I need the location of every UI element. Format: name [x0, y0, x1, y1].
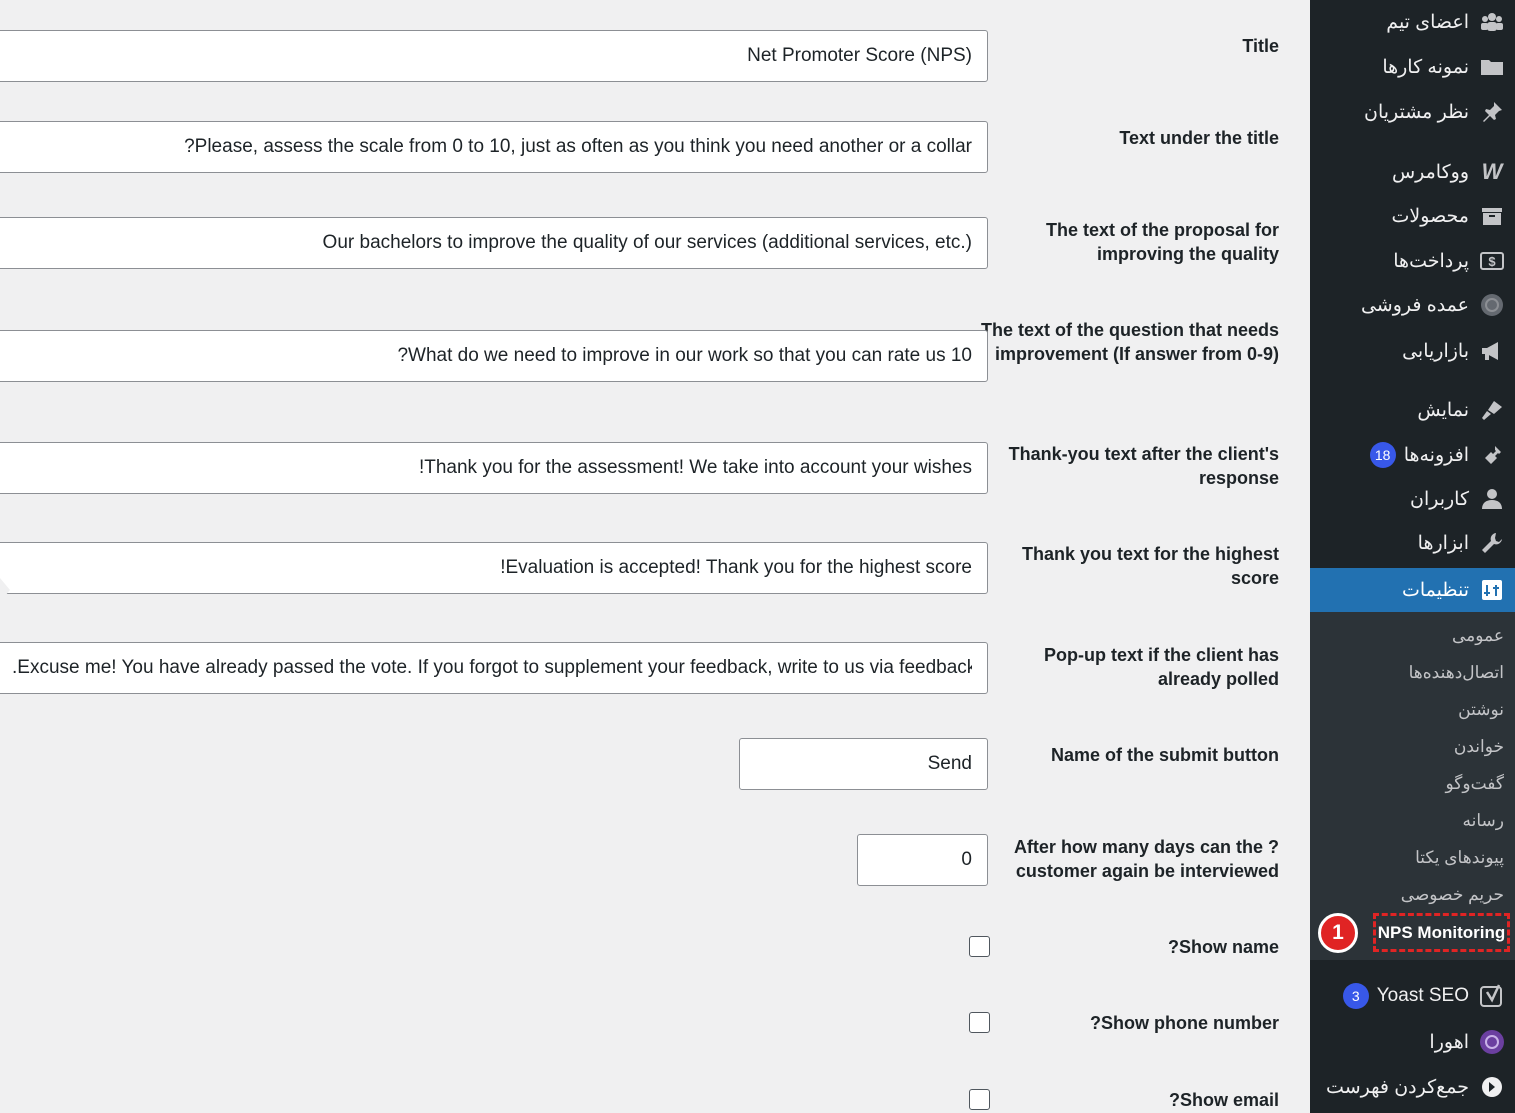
svg-text:$: $ [1488, 254, 1496, 269]
interview-days-input[interactable] [857, 834, 988, 886]
sidebar-item-portfolio[interactable]: نمونه کارها [1310, 45, 1515, 89]
submenu-item-discussion[interactable]: گفت‌وگو [1446, 774, 1504, 794]
megaphone-icon [1479, 338, 1505, 364]
show-email-checkbox[interactable] [969, 1089, 990, 1110]
sidebar-item-marketing[interactable]: بازاریابی [1310, 329, 1515, 373]
settings-icon [1479, 577, 1505, 603]
sidebar-item-label: پرداخت‌ها [1393, 250, 1469, 272]
sidebar-item-label: محصولات [1391, 205, 1469, 227]
submenu-item-nps-monitoring[interactable]: NPS Monitoring [1373, 913, 1510, 952]
submenu-item-general[interactable]: عمومی [1452, 626, 1504, 646]
plugins-update-badge: 18 [1369, 442, 1396, 468]
collapse-icon [1479, 1074, 1505, 1100]
sidebar-item-label: نمونه کارها [1382, 56, 1469, 78]
brush-icon [1479, 397, 1505, 423]
improvement-question-input[interactable] [0, 330, 988, 382]
yoast-badge: 3 [1342, 983, 1369, 1009]
submit-button-name-input[interactable] [739, 738, 988, 790]
sidebar-item-label: بازاریابی [1402, 340, 1469, 362]
sidebar-item-tools[interactable]: ابزارها [1310, 521, 1515, 565]
submenu-item-permalinks[interactable]: پیوندهای یکتا [1415, 848, 1504, 868]
plugin-icon [1479, 442, 1505, 468]
sidebar-item-label: ابزارها [1417, 532, 1469, 554]
money-icon: $ [1479, 248, 1505, 274]
submenu-item-reading[interactable]: خواندن [1454, 737, 1504, 757]
thank-you-input[interactable] [0, 442, 988, 494]
sidebar-item-settings[interactable]: تنظیمات [1310, 568, 1515, 612]
label-thank-you-highest: Thank you text for the highest score [1021, 544, 1279, 588]
sidebar-item-label: اهورا [1429, 1031, 1469, 1053]
sidebar-item-collapse-menu[interactable]: جمع‌کردن فهرست [1310, 1065, 1515, 1109]
sidebar-item-payments[interactable]: $ پرداخت‌ها [1310, 239, 1515, 283]
sidebar-item-appearance[interactable]: نمایش [1310, 388, 1515, 432]
active-menu-arrow [0, 578, 10, 602]
sidebar-item-label: اعضای تیم [1386, 11, 1469, 33]
label-show-name: ?Show name [1167, 937, 1279, 957]
thank-you-highest-input[interactable] [0, 542, 988, 594]
wholesale-icon [1479, 292, 1505, 318]
label-already-polled: Pop-up text if the client has already po… [1043, 645, 1279, 689]
sidebar-item-label: ووکامرس [1391, 161, 1469, 183]
sidebar-item-label: نظر مشتریان [1363, 101, 1469, 123]
archive-icon [1479, 203, 1505, 229]
woocommerce-icon: W [1481, 159, 1503, 184]
submenu-item-connectors[interactable]: اتصال‌دهنده‌ها [1409, 663, 1504, 683]
title-input[interactable] [0, 30, 988, 82]
yoast-icon [1479, 983, 1505, 1009]
label-title: Title [1242, 36, 1279, 56]
sidebar-item-ahora[interactable]: اهورا [1310, 1020, 1515, 1064]
sidebar-item-label: عمده فروشی [1360, 294, 1469, 316]
submenu-item-writing[interactable]: نوشتن [1458, 700, 1504, 720]
sidebar-item-label: Yoast SEO [1376, 985, 1469, 1006]
ahora-icon [1479, 1029, 1505, 1055]
label-show-email: ?Show email [1168, 1090, 1279, 1110]
subtitle-input[interactable] [0, 121, 988, 173]
wrench-icon [1479, 530, 1505, 556]
sidebar-item-team[interactable]: اعضای تیم [1310, 0, 1515, 44]
show-phone-checkbox[interactable] [969, 1012, 990, 1033]
folder-icon [1479, 54, 1505, 80]
sidebar-item-woocommerce[interactable]: W ووکامرس [1310, 150, 1515, 194]
proposal-input[interactable] [0, 217, 988, 269]
sidebar-item-users[interactable]: کاربران [1310, 477, 1515, 521]
sidebar-item-products[interactable]: محصولات [1310, 194, 1515, 238]
pin-icon [1479, 99, 1505, 125]
sidebar-item-label: تنظیمات [1401, 579, 1469, 601]
sidebar-item-testimonials[interactable]: نظر مشتریان [1310, 90, 1515, 134]
already-polled-input[interactable] [0, 642, 988, 694]
sidebar-item-label: جمع‌کردن فهرست [1326, 1076, 1469, 1098]
sidebar-item-plugins[interactable]: افزونه‌ها 18 [1310, 433, 1515, 477]
label-subtitle: Text under the title [1119, 128, 1279, 148]
label-interview-days: After how many days can the ?customer ag… [1013, 837, 1279, 881]
groups-icon [1479, 9, 1505, 35]
label-improvement-question: The text of the question that needs impr… [980, 320, 1279, 364]
submenu-item-privacy[interactable]: حریم خصوصی [1401, 885, 1504, 905]
sidebar-item-label: کاربران [1409, 488, 1469, 510]
sidebar-item-label: افزونه‌ها [1403, 444, 1469, 466]
show-name-checkbox[interactable] [969, 936, 990, 957]
sidebar-item-yoast[interactable]: Yoast SEO 3 [1310, 974, 1515, 1018]
label-submit-button-name: Name of the submit button [1051, 745, 1279, 765]
settings-form: Title Text under the title The text of t… [0, 0, 1310, 1113]
step-number-badge: 1 [1318, 913, 1358, 953]
label-thank-you: Thank-you text after the client's respon… [1008, 444, 1279, 488]
sidebar-item-label: نمایش [1417, 399, 1469, 421]
label-proposal: The text of the proposal for improving t… [1045, 220, 1279, 264]
user-icon [1479, 486, 1505, 512]
settings-submenu: عمومی اتصال‌دهنده‌ها نوشتن خواندن گفت‌وگ… [1310, 612, 1515, 960]
submenu-item-media[interactable]: رسانه [1463, 811, 1504, 831]
label-show-phone: ?Show phone number [1090, 1013, 1279, 1033]
sidebar-item-wholesale[interactable]: عمده فروشی [1310, 283, 1515, 327]
